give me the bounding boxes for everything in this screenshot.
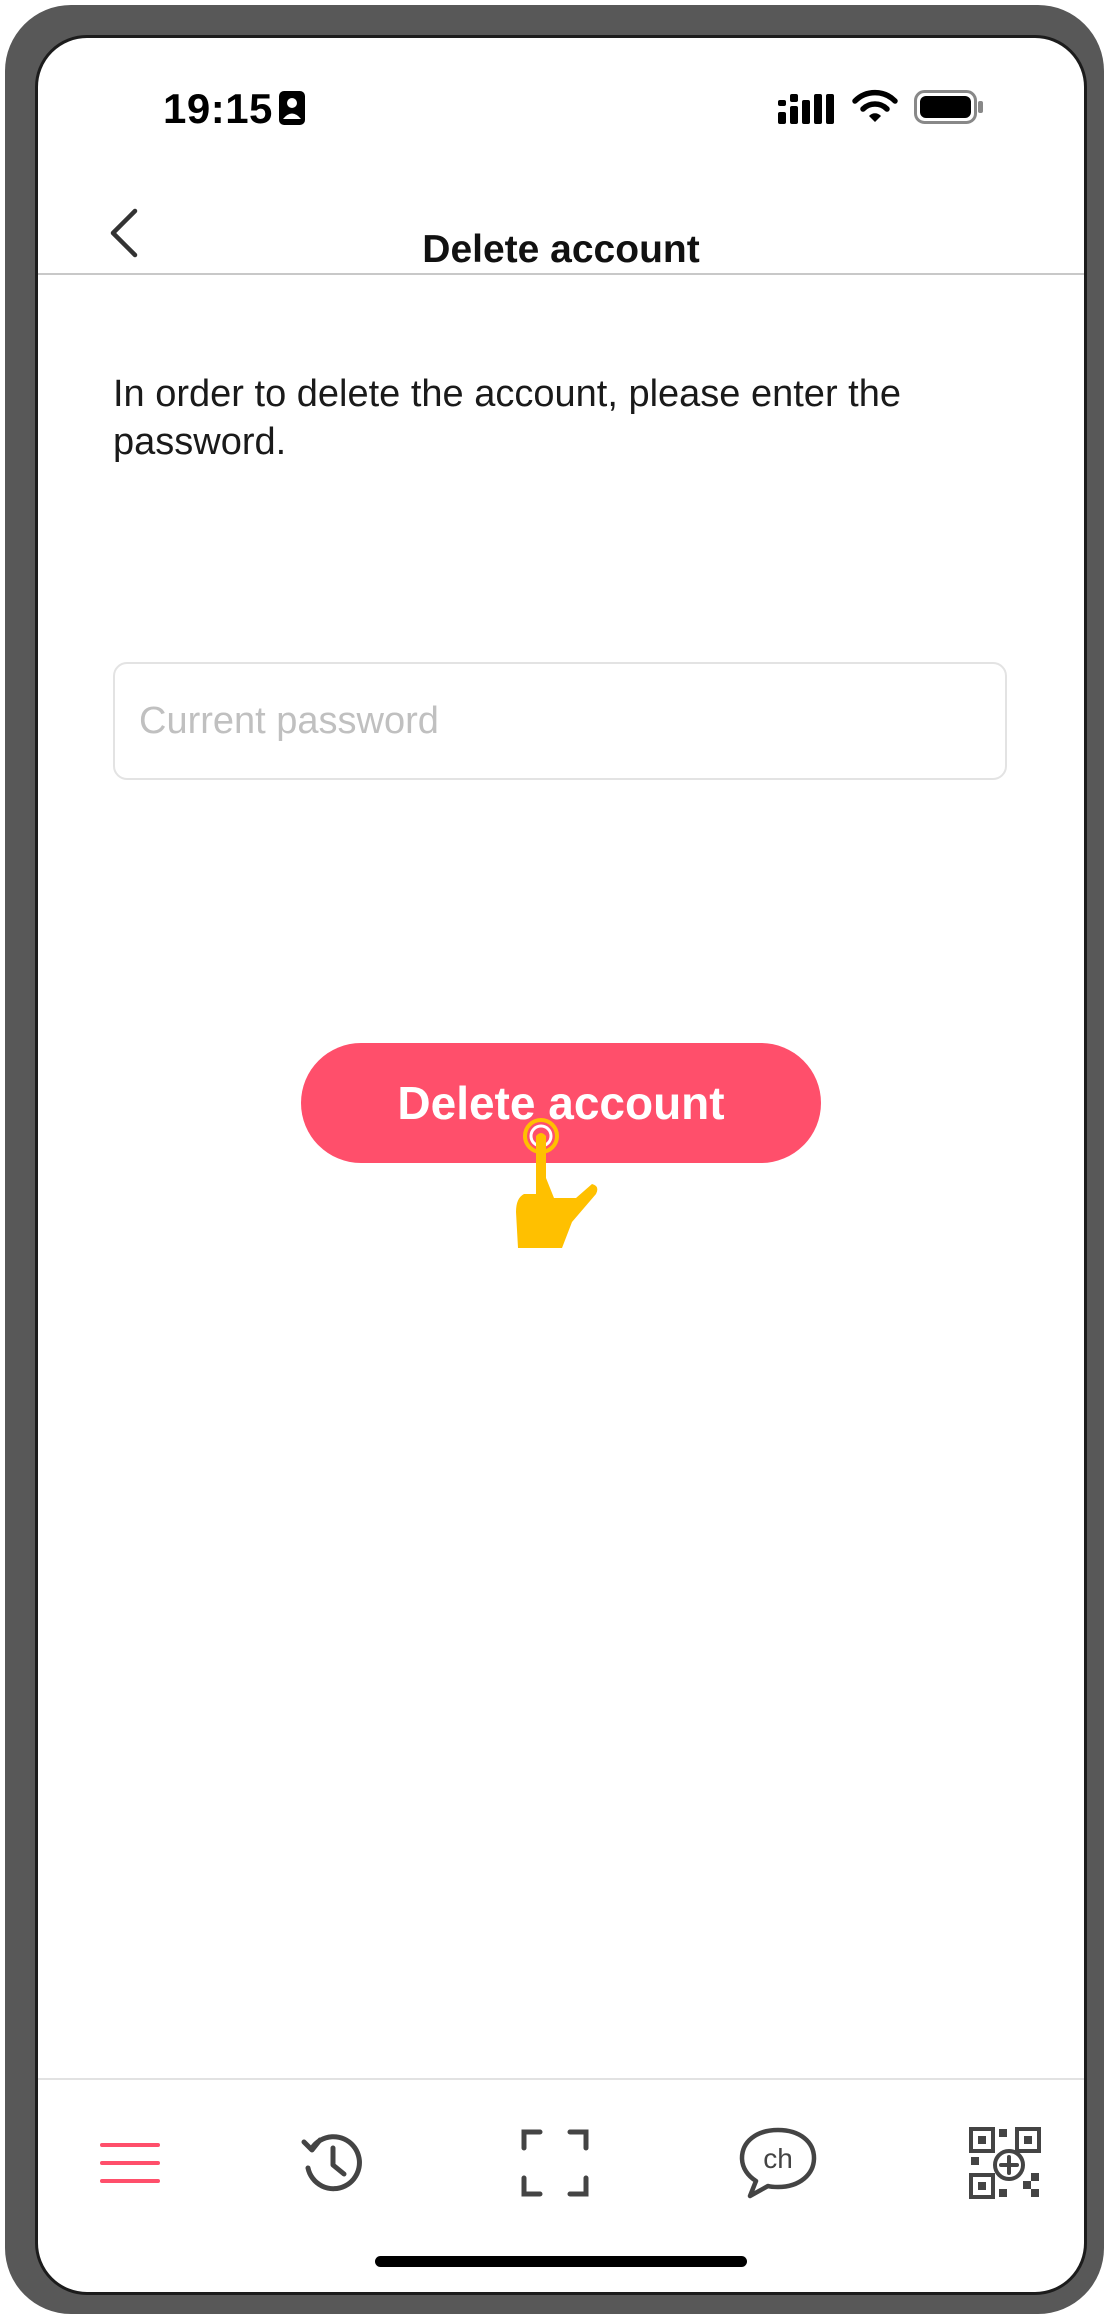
nav-history-button[interactable] xyxy=(288,2118,378,2208)
signal-icon xyxy=(778,94,834,124)
battery-icon xyxy=(914,90,983,124)
instruction-text: In order to delete the account, please e… xyxy=(113,373,901,463)
chat-ch-icon: ch xyxy=(739,2127,817,2199)
nav-chat-button[interactable]: ch xyxy=(733,2118,823,2208)
qr-add-icon xyxy=(969,2127,1041,2199)
nav-qr-add-button[interactable] xyxy=(960,2118,1050,2208)
current-password-input[interactable] xyxy=(113,662,1007,780)
phone-screen: 19:15 Delete account In order to delete … xyxy=(35,35,1087,2295)
home-indicator[interactable] xyxy=(375,2256,747,2267)
device-frame: 19:15 Delete account In order to delete … xyxy=(5,5,1104,2314)
nav-scan-button[interactable] xyxy=(510,2118,600,2208)
history-icon xyxy=(301,2134,362,2192)
nav-menu-button[interactable] xyxy=(85,2118,175,2208)
wifi-icon xyxy=(852,89,898,122)
header-divider xyxy=(38,273,1084,275)
scan-frame-icon xyxy=(521,2129,589,2197)
menu-icon xyxy=(100,2143,160,2183)
person-card-icon xyxy=(279,91,305,125)
page-title: Delete account xyxy=(422,228,700,271)
delete-account-button[interactable]: Delete account xyxy=(301,1043,821,1163)
status-time: 19:15 xyxy=(163,85,273,132)
chat-ch-label: ch xyxy=(763,2143,793,2174)
bottom-nav-divider xyxy=(38,2078,1084,2080)
